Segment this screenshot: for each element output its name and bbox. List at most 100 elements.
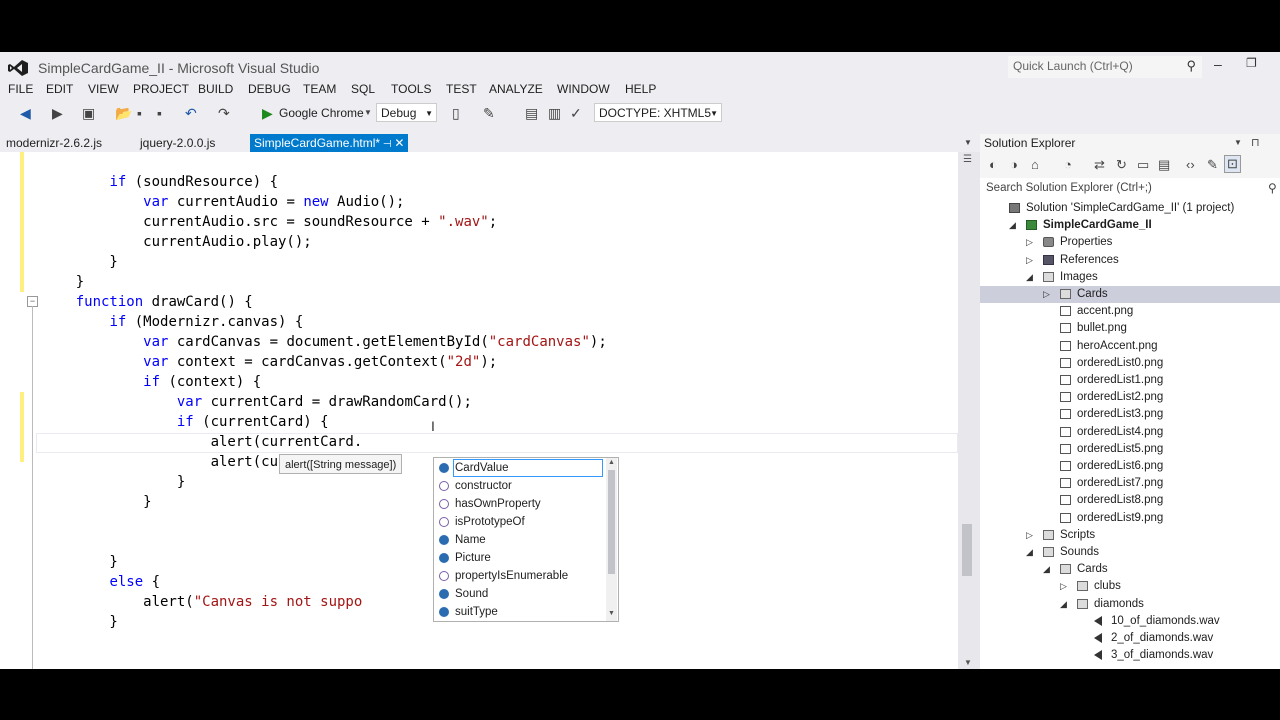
tree-item[interactable]: orderedList8.png (980, 492, 1280, 509)
editor-scrollbar[interactable]: ☰ ▼ (958, 152, 980, 669)
menu-item[interactable]: DEBUG (248, 82, 291, 96)
tree-item[interactable]: orderedList7.png (980, 475, 1280, 492)
collapse-arrow-icon[interactable]: ◢ (1060, 596, 1070, 613)
tree-item[interactable]: ◢ SimpleCardGame_II (980, 217, 1280, 234)
tree-item[interactable]: orderedList5.png (980, 441, 1280, 458)
tree-item[interactable]: orderedList3.png (980, 406, 1280, 423)
show-all-files-icon[interactable]: ▤ (1158, 157, 1170, 173)
completion-item[interactable]: constructor (434, 477, 604, 495)
restore-button[interactable]: ❐ (1246, 56, 1257, 70)
new-project-icon[interactable]: ▣ (82, 105, 95, 121)
check-icon[interactable]: ✓ (570, 105, 582, 121)
preview-icon[interactable]: ⊡ (1224, 155, 1241, 173)
menu-item[interactable]: EDIT (46, 82, 73, 96)
collapse-arrow-icon[interactable]: ◢ (1026, 269, 1036, 286)
start-debug-icon[interactable]: ▶ (262, 105, 273, 121)
save-all-icon[interactable]: ▪ (157, 105, 162, 121)
menu-item[interactable]: SQL (351, 82, 375, 96)
menu-item[interactable]: BUILD (198, 82, 233, 96)
tree-item[interactable]: 10_of_diamonds.wav (980, 613, 1280, 630)
menu-item[interactable]: ANALYZE (489, 82, 543, 96)
tree-item[interactable]: orderedList2.png (980, 389, 1280, 406)
menu-item[interactable]: TEAM (303, 82, 336, 96)
tree-item[interactable]: ▷ References (980, 252, 1280, 269)
scroll-thumb[interactable] (608, 470, 615, 574)
completion-item[interactable]: isPrototypeOf (434, 513, 604, 531)
undo-icon[interactable]: ↶ (185, 105, 197, 121)
tree-item[interactable]: 3_of_diamonds.wav (980, 647, 1280, 664)
chevron-down-icon[interactable]: ▼ (364, 105, 372, 121)
back-icon[interactable]: ◀ (20, 105, 31, 121)
refresh-icon[interactable]: ↻ (1116, 157, 1127, 173)
tree-item[interactable]: orderedList4.png (980, 424, 1280, 441)
tree-item[interactable]: heroAccent.png (980, 338, 1280, 355)
menu-item[interactable]: TEST (446, 82, 477, 96)
scroll-thumb[interactable] (962, 524, 972, 576)
tree-item[interactable]: ▷ Scripts (980, 527, 1280, 544)
attach-icon[interactable]: ▯ (452, 105, 460, 121)
open-icon[interactable]: 📂 (115, 105, 132, 121)
collapse-arrow-icon[interactable]: ◢ (1009, 217, 1019, 234)
tree-item[interactable]: orderedList6.png (980, 458, 1280, 475)
collapse-arrow-icon[interactable]: ◢ (1026, 544, 1036, 561)
tree-item[interactable]: orderedList9.png (980, 510, 1280, 527)
split-icon[interactable]: ☰ (963, 154, 972, 165)
menu-item[interactable]: TOOLS (391, 82, 431, 96)
tree-item[interactable]: orderedList1.png (980, 372, 1280, 389)
document-tab[interactable]: jquery-2.0.0.js (140, 134, 215, 153)
collapse-arrow-icon[interactable]: ◢ (1043, 561, 1053, 578)
expand-arrow-icon[interactable]: ▷ (1043, 286, 1053, 303)
forward-icon[interactable]: ◑ (1010, 157, 1018, 172)
document-tab[interactable]: modernizr-2.6.2.js (6, 134, 102, 153)
save-icon[interactable]: ▪ (137, 105, 142, 121)
completion-item[interactable]: CardValue (434, 459, 604, 477)
code-editor[interactable]: − if (soundResource) { var currentAudio … (0, 152, 958, 669)
doctype-dropdown[interactable]: DOCTYPE: XHTML5 ▼ (594, 103, 722, 122)
menu-item[interactable]: VIEW (88, 82, 119, 96)
expand-arrow-icon[interactable]: ▷ (1060, 578, 1070, 595)
tree-item[interactable]: ◢ Images (980, 269, 1280, 286)
pin-icon[interactable]: ⊓ (1251, 136, 1260, 149)
scrollbar-track[interactable]: ▲ ▼ (606, 458, 617, 621)
tree-item[interactable]: accent.png (980, 303, 1280, 320)
completion-item[interactable]: Sound (434, 585, 604, 603)
completion-item[interactable]: suitType (434, 603, 604, 621)
completion-item[interactable]: hasOwnProperty (434, 495, 604, 513)
expand-arrow-icon[interactable]: ▷ (1026, 527, 1036, 544)
tree-item[interactable]: bullet.png (980, 320, 1280, 337)
sync-icon[interactable]: ⇄ (1094, 157, 1105, 173)
back-icon[interactable]: ◐ (989, 157, 997, 172)
page-icon[interactable]: ▤ (525, 105, 538, 121)
scroll-up-icon[interactable]: ▲ (608, 459, 615, 466)
minimize-button[interactable]: – (1214, 56, 1222, 72)
chevron-down-icon[interactable]: ▼ (1234, 138, 1242, 147)
find-icon[interactable]: ✎ (483, 105, 495, 121)
tree-item[interactable]: ◢ diamonds (980, 596, 1280, 613)
history-icon[interactable]: ◔ (1064, 157, 1072, 172)
tree-item[interactable]: ▷ Properties (980, 234, 1280, 251)
completion-item[interactable]: Name (434, 531, 604, 549)
quick-launch-input[interactable]: Quick Launch (Ctrl+Q) ⚲ (1008, 56, 1202, 78)
validate-icon[interactable]: ▥ (548, 105, 561, 121)
menu-item[interactable]: FILE (8, 82, 33, 96)
home-icon[interactable]: ⌂ (1031, 157, 1039, 172)
expand-arrow-icon[interactable]: ▷ (1026, 234, 1036, 251)
document-tab[interactable]: SimpleCardGame.html* ⊣ ✕ (250, 134, 409, 153)
tree-item[interactable]: ◢ Cards (980, 561, 1280, 578)
tree-item[interactable]: Solution 'SimpleCardGame_II' (1 project) (980, 200, 1280, 217)
scroll-down-icon[interactable]: ▼ (964, 658, 972, 667)
menu-item[interactable]: HELP (625, 82, 656, 96)
close-icon[interactable]: ✕ (394, 136, 404, 150)
config-dropdown[interactable]: Debug ▼ (376, 103, 437, 122)
chevron-down-icon[interactable]: ▼ (964, 138, 972, 147)
menu-item[interactable]: WINDOW (557, 82, 610, 96)
intellisense-list[interactable]: ▲ ▼ CardValue constructor hasOwnProperty is… (433, 457, 619, 622)
properties-icon[interactable]: ✎ (1207, 157, 1218, 173)
view-code-icon[interactable]: ‹› (1186, 157, 1195, 172)
run-target-label[interactable]: Google Chrome (279, 106, 364, 120)
completion-item[interactable]: propertyIsEnumerable (434, 567, 604, 585)
expand-arrow-icon[interactable]: ▷ (1026, 252, 1036, 269)
solution-search-input[interactable]: Search Solution Explorer (Ctrl+;) ⚲ (980, 178, 1280, 200)
collapse-all-icon[interactable]: ▭ (1137, 157, 1149, 173)
pin-icon[interactable]: ⊣ (380, 139, 394, 150)
